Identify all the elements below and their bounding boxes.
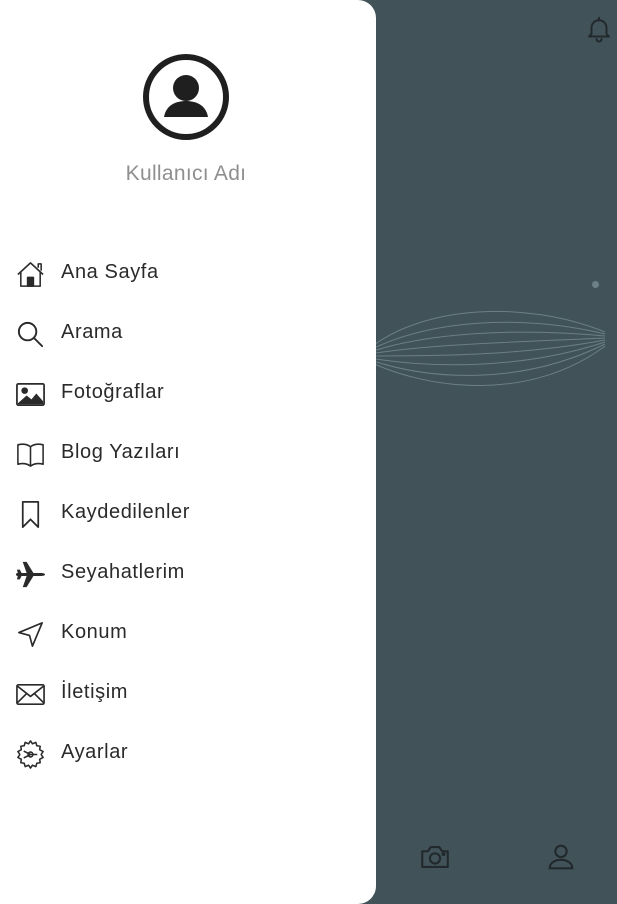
menu-label-trips: Seyahatlerim: [61, 561, 185, 583]
camera-icon[interactable]: [418, 840, 452, 874]
leaf-illustration: [369, 310, 606, 386]
menu-label-settings: Ayarlar: [61, 741, 129, 763]
menu-item-search[interactable]: Arama: [0, 304, 376, 364]
menu-item-contact[interactable]: İletişim: [0, 664, 376, 724]
settings-icon: [17, 740, 44, 769]
search-icon: [17, 321, 44, 348]
drawer-menu: Ana Sayfa Arama Fotoğraflar Blog Yazılar…: [0, 244, 376, 784]
image-icon: [16, 382, 45, 407]
navigation-icon: [18, 622, 43, 647]
navigation-drawer: Kullanıcı Adı Ana Sayfa Arama Fotoğrafla…: [0, 0, 376, 904]
book-icon: [17, 443, 44, 467]
home-icon: [17, 262, 44, 287]
menu-item-blog[interactable]: Blog Yazıları: [0, 424, 376, 484]
bookmark-icon: [21, 501, 40, 528]
mail-icon: [16, 683, 45, 706]
menu-item-location[interactable]: Konum: [0, 604, 376, 664]
menu-label-contact: İletişim: [61, 681, 129, 703]
menu-label-home: Ana Sayfa: [61, 261, 159, 283]
menu-label-saved: Kaydedilenler: [61, 501, 190, 523]
airplane-icon: [15, 561, 46, 588]
profile-icon[interactable]: [544, 840, 578, 874]
decorative-dot: [592, 281, 599, 288]
menu-label-location: Konum: [61, 621, 128, 643]
bell-icon[interactable]: [584, 14, 614, 44]
menu-label-photos: Fotoğraflar: [61, 381, 165, 403]
menu-item-settings[interactable]: Ayarlar: [0, 724, 376, 784]
menu-item-trips[interactable]: Seyahatlerim: [0, 544, 376, 604]
menu-item-home[interactable]: Ana Sayfa: [0, 244, 376, 304]
menu-item-photos[interactable]: Fotoğraflar: [0, 364, 376, 424]
menu-item-saved[interactable]: Kaydedilenler: [0, 484, 376, 544]
menu-label-blog: Blog Yazıları: [61, 441, 181, 463]
user-avatar-icon[interactable]: [142, 53, 230, 141]
menu-label-search: Arama: [61, 321, 123, 343]
username: Kullanıcı Adı: [125, 162, 247, 185]
